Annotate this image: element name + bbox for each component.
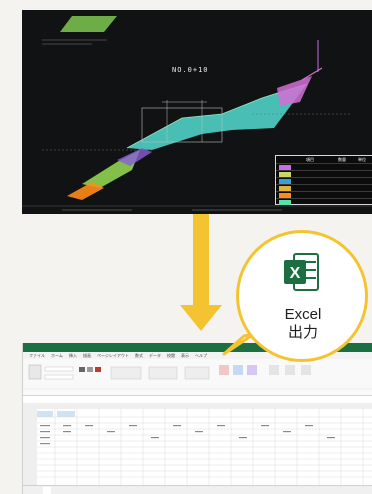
excel-icon: X bbox=[284, 253, 319, 291]
ribbon-icons bbox=[23, 364, 372, 390]
callout-tail bbox=[222, 332, 256, 356]
upper-fill-area bbox=[60, 16, 117, 32]
down-arrow-icon bbox=[180, 305, 222, 331]
excel-output-label: Excel 出力 bbox=[258, 306, 348, 342]
sheet-status-bar bbox=[23, 485, 372, 494]
excel-label-line2: 出力 bbox=[287, 324, 318, 341]
down-arrow-shaft bbox=[193, 214, 209, 310]
excel-icon-letter: X bbox=[290, 265, 301, 282]
section-number-label: NO.0+10 bbox=[172, 66, 209, 74]
spreadsheet-grid[interactable] bbox=[23, 403, 372, 494]
excel-label-line1: Excel bbox=[284, 306, 322, 323]
excel-output-callout bbox=[236, 230, 368, 362]
grid-lines bbox=[23, 403, 372, 485]
excel-spreadsheet-screenshot: ファイル ホーム 挿入 描画 ページレイアウト 数式 データ 校閲 表示 ヘルプ bbox=[22, 343, 372, 494]
quantity-legend-table: 項目 数量 単位 bbox=[275, 155, 372, 205]
sheet-tab[interactable] bbox=[43, 487, 51, 494]
ribbon-toolbar bbox=[23, 359, 372, 396]
cad-cross-section-screenshot: NO.0+10 項目 数量 単位 bbox=[22, 10, 372, 214]
cut-slope-area bbox=[277, 76, 312, 106]
legend-row bbox=[276, 198, 372, 206]
